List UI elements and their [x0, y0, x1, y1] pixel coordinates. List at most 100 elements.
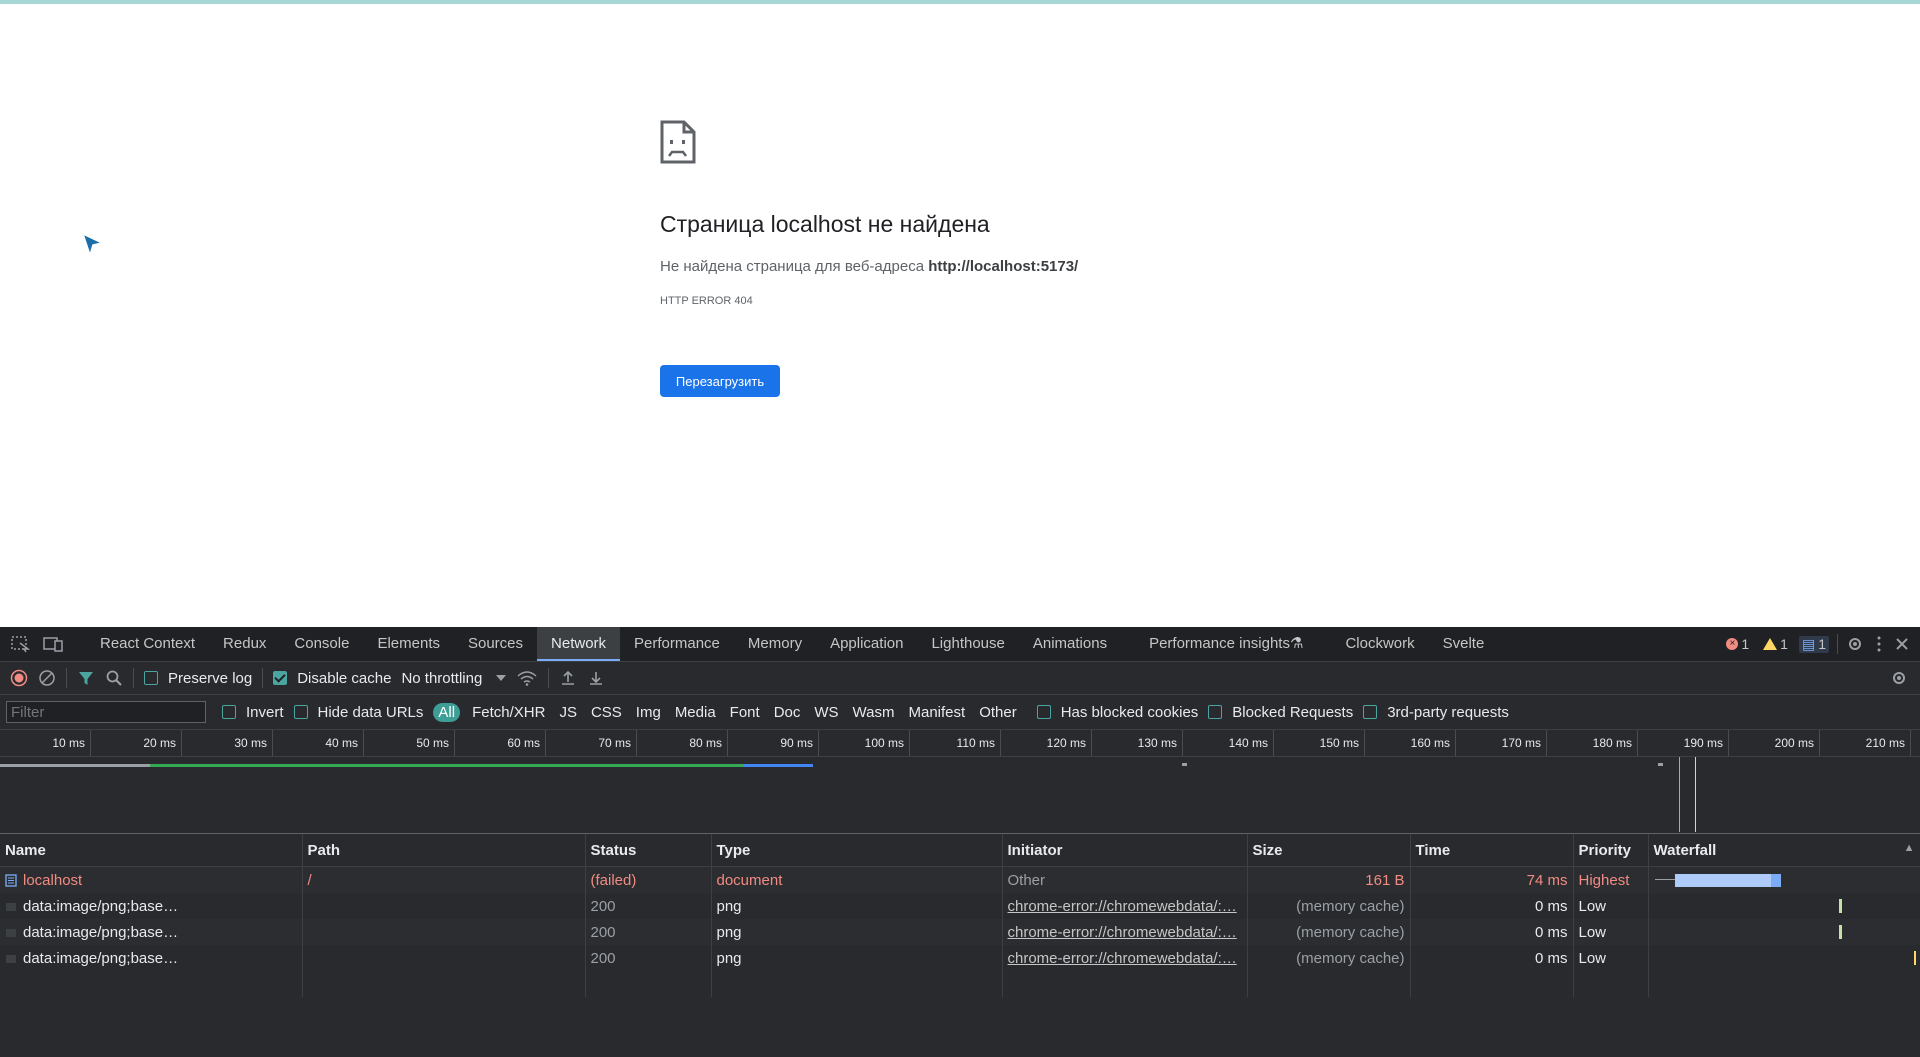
divider [548, 668, 550, 688]
close-devtools-icon[interactable] [1894, 635, 1910, 653]
column-header-priority[interactable]: Priority [1573, 834, 1649, 867]
throttling-select[interactable]: No throttling [401, 670, 507, 687]
empty-cell [711, 971, 1003, 997]
filter-type-fetch-xhr[interactable]: Fetch/XHR [470, 704, 547, 721]
column-header-initiator[interactable]: Initiator [1002, 834, 1248, 867]
table-row[interactable]: data:image/png;base… 200 png chrome-erro… [0, 919, 1920, 945]
table-row[interactable]: data:image/png;base… 200 png chrome-erro… [0, 893, 1920, 919]
column-header-type[interactable]: Type [711, 834, 1003, 867]
invert-label: Invert [246, 703, 284, 721]
request-initiator-link[interactable]: chrome-error://chromewebdata/:… [1002, 919, 1248, 945]
settings-gear-icon[interactable] [1846, 635, 1864, 653]
table-row[interactable]: data:image/png;base… 200 png chrome-erro… [0, 945, 1920, 971]
waterfall-bar [1654, 879, 1675, 880]
clear-icon[interactable] [38, 669, 56, 687]
column-header-time[interactable]: Time [1410, 834, 1574, 867]
ruler-tick: 100 ms [819, 730, 910, 756]
ruler-tick: 150 ms [1274, 730, 1365, 756]
request-priority-cell: Low [1573, 893, 1649, 919]
hide-data-urls-checkbox[interactable] [293, 705, 308, 719]
ruler-tick: 180 ms [1547, 730, 1638, 756]
network-settings-gear-icon[interactable] [1890, 669, 1908, 687]
disable-cache-checkbox[interactable] [273, 671, 288, 685]
ruler-tick: 50 ms [364, 730, 455, 756]
request-priority-cell: Highest [1573, 866, 1649, 893]
tab-performance-insights[interactable]: Performance insights⚗ [1135, 627, 1317, 661]
devtools-status-area: × 1 1 ▤ 1 [1723, 627, 1920, 661]
error-page: Страница localhost не найдена Не найдена… [660, 120, 1360, 307]
error-count-badge[interactable]: × 1 [1723, 636, 1752, 652]
tab-svelte[interactable]: Svelte [1429, 627, 1499, 661]
timeline-overview [0, 757, 1920, 834]
network-conditions-icon[interactable] [516, 669, 538, 687]
warning-count-badge[interactable]: 1 [1760, 636, 1791, 652]
ruler-tick: 110 ms [910, 730, 1001, 756]
waterfall-bar [1674, 874, 1781, 887]
tab-elements[interactable]: Elements [363, 627, 454, 661]
timeline-ruler: 10 ms 20 ms 30 ms 40 ms 50 ms 60 ms 70 m… [0, 730, 1920, 757]
devtools-panel: React Context Redux Console Elements Sou… [0, 627, 1920, 1057]
tab-console[interactable]: Console [280, 627, 363, 661]
stop-recording-icon[interactable] [10, 669, 28, 687]
tab-redux[interactable]: Redux [209, 627, 280, 661]
ruler-tick: 200 ms [1729, 730, 1820, 756]
request-priority-cell: Low [1573, 945, 1649, 971]
error-message-text: Не найдена страница для веб-адреса [660, 258, 925, 275]
tab-animations[interactable]: Animations [1019, 627, 1121, 661]
requests-table: Name Path Status Type Initiator Size Tim… [0, 834, 1920, 997]
column-header-size[interactable]: Size [1247, 834, 1411, 867]
tab-performance[interactable]: Performance [620, 627, 734, 661]
third-party-requests-checkbox[interactable] [1363, 705, 1378, 719]
error-url: http://localhost:5173/ [928, 258, 1079, 275]
more-options-icon[interactable] [1872, 635, 1886, 653]
chevron-down-icon [496, 675, 507, 681]
hide-data-urls-label: Hide data URLs [317, 703, 424, 721]
column-header-status[interactable]: Status [585, 834, 712, 867]
waterfall-bar [1913, 951, 1916, 965]
has-blocked-cookies-checkbox[interactable] [1036, 705, 1051, 719]
tab-sources[interactable]: Sources [454, 627, 537, 661]
preserve-log-checkbox[interactable] [144, 671, 158, 685]
error-icon: × [1726, 638, 1739, 650]
request-initiator-link[interactable]: chrome-error://chromewebdata/:… [1002, 945, 1248, 971]
filter-input[interactable] [6, 701, 206, 723]
filter-type-wasm[interactable]: Wasm [851, 704, 897, 721]
filter-type-js[interactable]: JS [557, 704, 579, 721]
request-status-cell: 200 [585, 945, 712, 971]
search-icon[interactable] [105, 669, 123, 687]
filter-type-other[interactable]: Other [977, 704, 1019, 721]
tab-memory[interactable]: Memory [734, 627, 816, 661]
filter-type-doc[interactable]: Doc [772, 704, 803, 721]
filter-icon[interactable] [77, 669, 95, 687]
device-toolbar-icon[interactable] [42, 635, 64, 653]
filter-type-ws[interactable]: WS [812, 704, 840, 721]
reload-button[interactable]: Перезагрузить [660, 365, 780, 397]
filter-type-css[interactable]: CSS [589, 704, 624, 721]
tab-network[interactable]: Network [537, 627, 621, 661]
tab-lighthouse[interactable]: Lighthouse [917, 627, 1018, 661]
filter-type-manifest[interactable]: Manifest [907, 704, 968, 721]
tab-react-context[interactable]: React Context [86, 627, 209, 661]
import-har-icon[interactable] [559, 669, 577, 687]
filter-type-all[interactable]: All [433, 702, 461, 722]
filter-type-media[interactable]: Media [673, 704, 718, 721]
column-header-path[interactable]: Path [302, 834, 586, 867]
column-header-name[interactable]: Name [0, 834, 303, 867]
filter-type-font[interactable]: Font [728, 704, 762, 721]
filter-type-img[interactable]: Img [634, 704, 663, 721]
message-count-badge[interactable]: ▤ 1 [1798, 635, 1829, 653]
column-header-waterfall[interactable]: Waterfall ▲ [1648, 834, 1920, 867]
ruler-tick: 130 ms [1092, 730, 1183, 756]
tab-clockwork[interactable]: Clockwork [1331, 627, 1428, 661]
ruler-tick: 80 ms [637, 730, 728, 756]
request-initiator-link[interactable]: chrome-error://chromewebdata/:… [1002, 893, 1248, 919]
export-har-icon[interactable] [587, 669, 605, 687]
invert-checkbox[interactable] [222, 705, 236, 719]
ruler-tick: 20 ms [91, 730, 182, 756]
inspect-element-icon[interactable] [10, 635, 32, 653]
network-filter-bar: Invert Hide data URLs All Fetch/XHR JS C… [0, 695, 1920, 730]
request-time-cell: 0 ms [1410, 945, 1574, 971]
blocked-requests-checkbox[interactable] [1208, 705, 1223, 719]
table-row[interactable]: localhost / (failed) document Other 161 … [0, 866, 1920, 893]
tab-application[interactable]: Application [816, 627, 917, 661]
